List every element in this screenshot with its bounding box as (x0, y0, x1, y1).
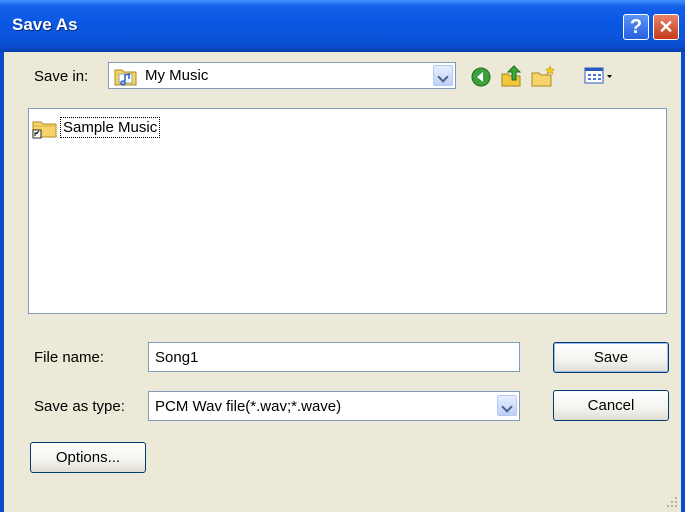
up-folder-icon[interactable] (500, 64, 524, 92)
options-button-label: Options... (55, 449, 121, 466)
file-name-label: File name: (34, 349, 105, 366)
options-button[interactable]: Options... (30, 442, 146, 473)
save-in-value: My Music (145, 67, 209, 84)
window-frame-left (0, 52, 4, 512)
save-button[interactable]: Save (553, 342, 669, 373)
save-in-label: Save in: (34, 68, 89, 85)
save-in-dropdown[interactable]: My Music (108, 62, 456, 89)
file-list[interactable]: Sample Music (28, 108, 667, 314)
save-as-dialog: Save As ? ✕ Save in: My Music Sample Mus… (0, 0, 685, 512)
save-as-type-dropdown[interactable]: PCM Wav file(*.wav;*.wave) (148, 391, 520, 421)
save-as-type-label: Save as type: (34, 398, 125, 415)
close-button[interactable]: ✕ (653, 14, 679, 40)
save-as-type-value: PCM Wav file(*.wav;*.wave) (155, 398, 342, 415)
cancel-button[interactable]: Cancel (553, 390, 669, 421)
file-name-value: Song1 (155, 349, 199, 366)
new-folder-icon[interactable] (530, 64, 556, 92)
help-icon: ? (629, 16, 643, 38)
cancel-button-label: Cancel (587, 397, 635, 414)
resize-grip-icon[interactable] (664, 494, 678, 508)
back-icon[interactable] (470, 66, 492, 92)
chevron-down-icon[interactable] (497, 395, 517, 416)
close-icon: ✕ (658, 17, 674, 37)
folder-shortcut-icon (32, 117, 58, 143)
save-button-label: Save (593, 349, 629, 366)
window-title: Save As (12, 15, 78, 34)
window-frame-right (681, 52, 685, 512)
title-bar[interactable]: Save As ? ✕ (0, 0, 685, 52)
view-menu-icon[interactable] (584, 66, 616, 90)
help-button[interactable]: ? (623, 14, 649, 40)
chevron-down-icon[interactable] (433, 65, 453, 86)
list-item-label: Sample Music (60, 117, 161, 138)
my-music-folder-icon (114, 66, 138, 90)
file-name-input[interactable]: Song1 (148, 342, 520, 372)
